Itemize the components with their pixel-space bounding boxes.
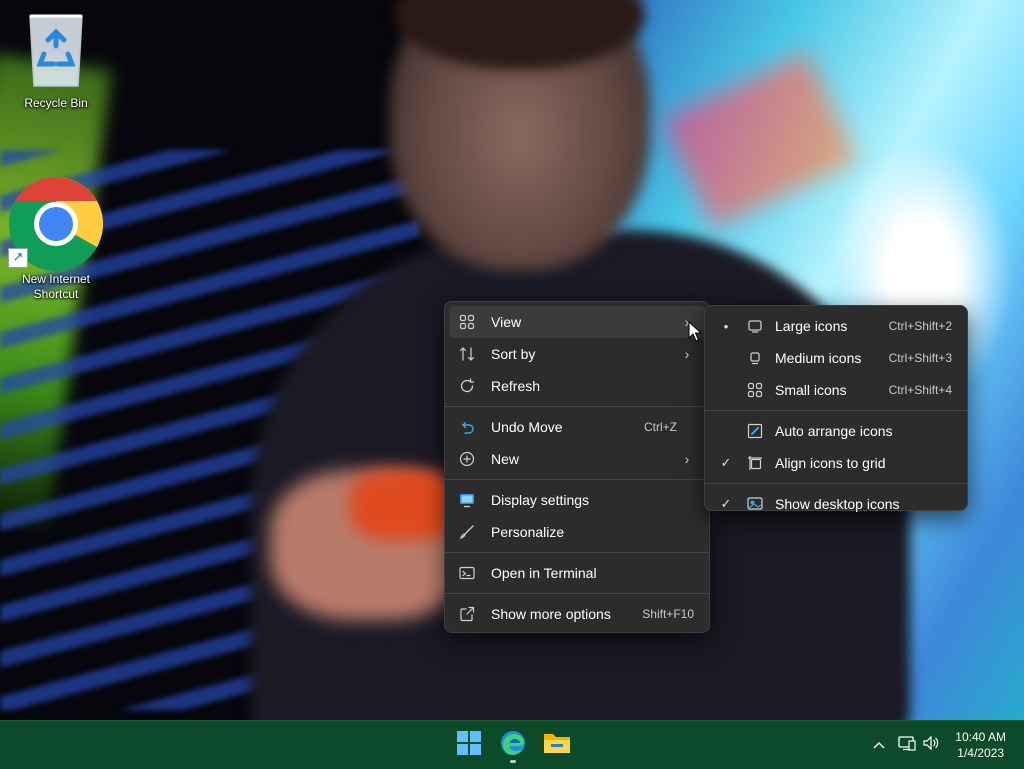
start-button[interactable] [451, 727, 487, 763]
desktop-icon-internet-shortcut[interactable]: ↗ New Internet Shortcut [8, 176, 104, 302]
submenu-item-auto-arrange-icons[interactable]: Auto arrange icons [709, 415, 963, 447]
menu-item-label: Refresh [491, 378, 541, 394]
menu-item-label: Display settings [491, 492, 590, 508]
shortcut-arrow-icon: ↗ [8, 248, 28, 268]
network-button[interactable] [896, 721, 918, 769]
menu-item-display-settings[interactable]: Display settings [449, 484, 705, 516]
volume-icon [922, 735, 940, 756]
menu-item-label: Show more options [491, 606, 611, 622]
desktop-context-menu: View › Sort by › Refresh Undo Move Ctrl+… [444, 301, 710, 633]
small-icons-icon [747, 382, 763, 398]
menu-separator [445, 552, 709, 553]
menu-item-label: View [491, 314, 522, 330]
more-options-icon [459, 606, 475, 622]
menu-item-label: New [491, 451, 520, 467]
menu-item-label: Personalize [491, 524, 565, 540]
recycle-bin-label: Recycle Bin [24, 96, 88, 110]
submenu-item-medium-icons[interactable]: Medium icons Ctrl+Shift+3 [709, 342, 963, 374]
display-icon [459, 492, 475, 508]
brush-icon [459, 524, 475, 540]
menu-separator [445, 406, 709, 407]
volume-button[interactable] [920, 721, 942, 769]
clock[interactable]: 10:40 AM 1/4/2023 [955, 729, 1006, 761]
menu-item-label: Open in Terminal [491, 565, 597, 581]
chevron-right-icon: › [684, 346, 690, 362]
new-icon [459, 451, 475, 467]
desktop-icon-recycle-bin[interactable]: Recycle Bin [8, 10, 104, 111]
menu-separator [705, 483, 967, 484]
grid-icon [459, 314, 475, 330]
desktop-icons-icon [747, 496, 763, 512]
undo-icon [459, 419, 475, 435]
submenu-item-large-icons[interactable]: • Large icons Ctrl+Shift+2 [709, 310, 963, 342]
submenu-item-label: Auto arrange icons [775, 423, 893, 439]
view-submenu: • Large icons Ctrl+Shift+2 Medium icons … [704, 305, 968, 512]
submenu-item-label: Large icons [775, 318, 848, 334]
menu-item-shortcut: Ctrl+Z [644, 420, 677, 434]
taskbar: 10:40 AM 1/4/2023 [0, 720, 1024, 769]
chrome-icon: ↗ [8, 176, 104, 272]
clock-time: 10:40 AM [955, 730, 1006, 744]
auto-arrange-icon [747, 423, 763, 439]
submenu-item-show-desktop-icons[interactable]: ✓ Show desktop icons [709, 488, 963, 520]
large-icons-icon [747, 318, 763, 334]
menu-item-label: Undo Move [491, 419, 563, 435]
taskbar-file-explorer-button[interactable] [539, 727, 575, 763]
medium-icons-icon [747, 350, 763, 366]
taskbar-edge-button[interactable] [495, 727, 531, 763]
checkmark-icon: ✓ [720, 455, 732, 470]
menu-item-undo-move[interactable]: Undo Move Ctrl+Z [449, 411, 705, 443]
submenu-item-shortcut: Ctrl+Shift+4 [888, 383, 952, 397]
menu-item-new[interactable]: New › [449, 443, 705, 475]
submenu-item-label: Medium icons [775, 350, 862, 366]
menu-item-open-in-terminal[interactable]: Open in Terminal [449, 557, 705, 589]
submenu-item-shortcut: Ctrl+Shift+3 [888, 351, 952, 365]
network-icon [898, 735, 916, 756]
refresh-icon [459, 378, 475, 394]
start-icon [456, 730, 482, 761]
sort-icon [459, 346, 475, 362]
menu-separator [445, 593, 709, 594]
submenu-item-label: Small icons [775, 382, 847, 398]
menu-item-sort-by[interactable]: Sort by › [449, 338, 705, 370]
submenu-item-align-icons-to-grid[interactable]: ✓ Align icons to grid [709, 447, 963, 479]
running-indicator [510, 760, 516, 763]
menu-item-show-more-options[interactable]: Show more options Shift+F10 [449, 598, 705, 630]
mouse-cursor-icon [688, 320, 703, 343]
submenu-item-label: Show desktop icons [775, 496, 900, 512]
menu-item-personalize[interactable]: Personalize [449, 516, 705, 548]
menu-item-label: Sort by [491, 346, 536, 362]
terminal-icon [459, 565, 475, 581]
menu-separator [445, 479, 709, 480]
recycle-bin-icon [24, 10, 88, 90]
radio-selected-icon: • [723, 318, 729, 334]
chevron-up-icon [873, 736, 885, 754]
file-explorer-icon [543, 731, 571, 760]
edge-icon [500, 730, 526, 761]
submenu-item-label: Align icons to grid [775, 455, 886, 471]
internet-shortcut-label: New Internet Shortcut [21, 272, 91, 301]
menu-item-view[interactable]: View › [449, 306, 705, 338]
submenu-item-shortcut: Ctrl+Shift+2 [888, 319, 952, 333]
align-grid-icon [747, 455, 763, 471]
show-hidden-icons-button[interactable] [868, 721, 890, 769]
menu-item-refresh[interactable]: Refresh [449, 370, 705, 402]
submenu-item-small-icons[interactable]: Small icons Ctrl+Shift+4 [709, 374, 963, 406]
menu-item-shortcut: Shift+F10 [642, 607, 694, 621]
clock-date: 1/4/2023 [957, 746, 1004, 760]
menu-separator [705, 410, 967, 411]
checkmark-icon: ✓ [720, 496, 732, 511]
chevron-right-icon: › [684, 451, 690, 467]
